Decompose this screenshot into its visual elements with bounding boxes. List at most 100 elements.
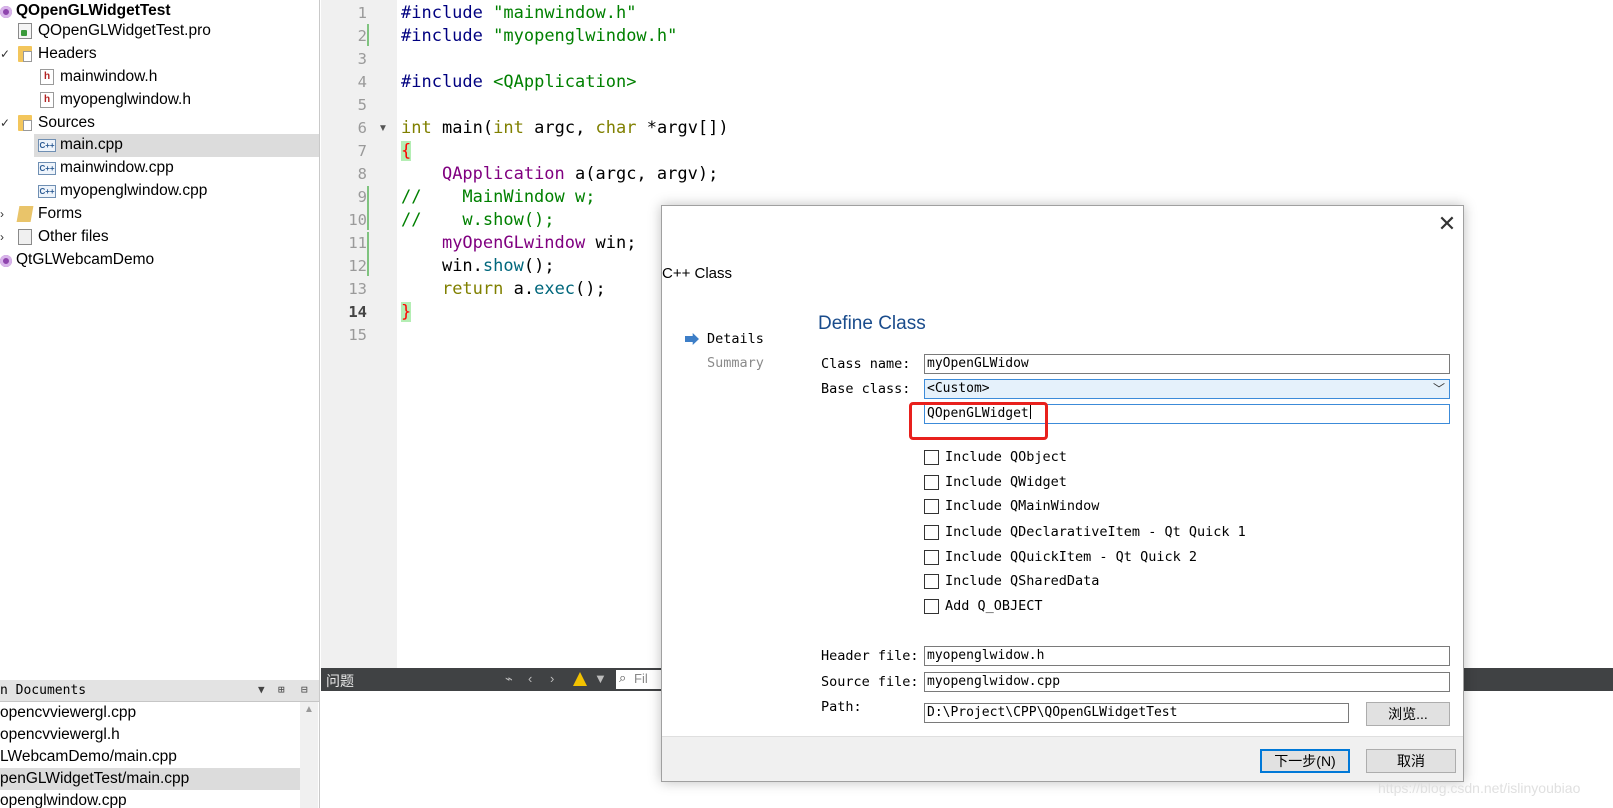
checkbox-box[interactable] bbox=[924, 598, 939, 614]
tree-item-forms[interactable]: › Forms bbox=[0, 203, 319, 226]
include-qwidget-checkbox[interactable]: Include QWidget bbox=[924, 472, 1067, 492]
open-documents-panel: n Documents ▼ ⊞ ⊟ opencvviewergl.cpp ope… bbox=[0, 680, 320, 808]
filter-icon[interactable]: ▼ bbox=[594, 671, 607, 686]
fold-marker-icon[interactable]: ▼ bbox=[378, 123, 388, 134]
sources-label: Sources bbox=[38, 114, 95, 131]
header-file-input[interactable]: myopenglwidow.h bbox=[924, 646, 1450, 666]
watermark-text: https://blog.csdn.net/islinyoubiao bbox=[1378, 780, 1581, 796]
prev-arrow-icon[interactable]: ‹ bbox=[528, 671, 532, 686]
next-button[interactable]: 下一步(N) bbox=[1260, 749, 1350, 773]
checkbox-box[interactable] bbox=[924, 498, 939, 514]
browse-button[interactable]: 浏览... bbox=[1366, 702, 1450, 726]
checkbox-label: Include QMainWindow bbox=[945, 498, 1100, 514]
include-qquickitem-checkbox[interactable]: Include QQuickItem - Qt Quick 2 bbox=[924, 547, 1197, 567]
include-qdeclarativeitem-checkbox[interactable]: Include QDeclarativeItem - Qt Quick 1 bbox=[924, 522, 1246, 542]
include-qobject-checkbox[interactable]: Include QObject bbox=[924, 447, 1067, 467]
source-file-label: mainwindow.cpp bbox=[60, 159, 174, 176]
cpp-file-icon: C++ bbox=[38, 139, 56, 152]
code-line-6: int main(int argc, char *argv[]) bbox=[401, 118, 729, 138]
line-number: 10 bbox=[348, 211, 367, 229]
line-number: 7 bbox=[357, 142, 367, 160]
expanded-arrow-icon[interactable]: ✓ bbox=[0, 47, 10, 61]
source-file-input[interactable]: myopenglwidow.cpp bbox=[924, 672, 1450, 692]
dialog-footer: 下一步(N) 取消 bbox=[662, 736, 1463, 781]
checkbox-box[interactable] bbox=[924, 573, 939, 589]
project-icon bbox=[0, 6, 12, 18]
wizard-step-details: Details bbox=[707, 331, 764, 347]
open-documents-title: n Documents bbox=[0, 683, 87, 698]
tree-item-header-file[interactable]: h mainwindow.h bbox=[0, 66, 319, 89]
checkbox-box[interactable] bbox=[924, 449, 939, 465]
cpp-class-dialog: ✕ C++ Class Details Summary Define Class… bbox=[661, 205, 1464, 782]
line-number: 2 bbox=[357, 27, 367, 45]
folder-icon bbox=[18, 46, 32, 62]
tree-item-second-project[interactable]: QtGLWebcamDemo bbox=[0, 249, 319, 272]
collapsed-arrow-icon[interactable]: › bbox=[0, 207, 4, 221]
expanded-arrow-icon[interactable]: ✓ bbox=[0, 116, 10, 130]
change-marker bbox=[367, 186, 369, 230]
include-qmainwindow-checkbox[interactable]: Include QMainWindow bbox=[924, 496, 1099, 516]
tree-item-pro-file[interactable]: QOpenGLWidgetTest.pro bbox=[0, 20, 319, 43]
line-number: 15 bbox=[348, 326, 367, 344]
pro-file-label: QOpenGLWidgetTest.pro bbox=[38, 22, 211, 39]
code-line-7: { bbox=[401, 141, 412, 161]
open-document-item[interactable]: LWebcamDemo/main.cpp bbox=[0, 746, 300, 768]
close-panel-icon[interactable]: ⊟ bbox=[301, 683, 308, 696]
warning-icon[interactable] bbox=[573, 672, 587, 686]
split-icon[interactable]: ⊞ bbox=[278, 683, 285, 696]
clean-icon[interactable]: ⌁ bbox=[505, 671, 513, 687]
open-document-item[interactable]: opencvviewergl.cpp bbox=[0, 702, 300, 724]
checkbox-label: Add Q_OBJECT bbox=[945, 598, 1043, 614]
line-number: 5 bbox=[357, 96, 367, 114]
line-number: 1 bbox=[357, 4, 367, 22]
add-q-object-checkbox[interactable]: Add Q_OBJECT bbox=[924, 596, 1043, 616]
base-class-select[interactable]: <Custom> ﹀ bbox=[924, 379, 1450, 399]
headers-label: Headers bbox=[38, 45, 97, 62]
page-title: Define Class bbox=[818, 313, 926, 334]
checkbox-label: Include QQuickItem - Qt Quick 2 bbox=[945, 549, 1197, 565]
collapsed-arrow-icon[interactable]: › bbox=[0, 230, 4, 244]
next-arrow-icon[interactable]: › bbox=[550, 671, 554, 686]
line-number: 9 bbox=[357, 188, 367, 206]
cancel-button[interactable]: 取消 bbox=[1366, 749, 1456, 773]
tree-item-source-file[interactable]: C++ myopenglwindow.cpp bbox=[0, 180, 319, 203]
scroll-up-icon[interactable]: ▲ bbox=[304, 704, 314, 715]
open-document-item-selected[interactable]: penGLWidgetTest/main.cpp bbox=[0, 768, 300, 790]
checkbox-label: Include QWidget bbox=[945, 474, 1067, 490]
code-line-14: } bbox=[401, 302, 412, 322]
checkbox-label: Include QSharedData bbox=[945, 573, 1100, 589]
class-name-label: Class name: bbox=[821, 356, 911, 372]
tree-item-source-file-selected[interactable]: C++ main.cpp bbox=[34, 134, 319, 157]
second-project-name: QtGLWebcamDemo bbox=[16, 251, 155, 268]
code-line-10: // w.show(); bbox=[401, 210, 555, 230]
line-number: 4 bbox=[357, 73, 367, 91]
source-file-label: myopenglwindow.cpp bbox=[60, 182, 208, 199]
code-line-4: #include <QApplication> bbox=[401, 72, 637, 92]
base-class-label: Base class: bbox=[821, 381, 911, 397]
open-documents-scrollbar[interactable]: ▲ bbox=[300, 702, 318, 808]
tree-item-headers[interactable]: ✓ Headers bbox=[0, 43, 319, 66]
project-icon bbox=[0, 255, 12, 267]
include-qshareddata-checkbox[interactable]: Include QSharedData bbox=[924, 571, 1099, 591]
header-file-icon: h bbox=[40, 69, 54, 85]
class-name-input[interactable]: myOpenGLWidow bbox=[924, 354, 1450, 374]
tree-item-header-file[interactable]: h myopenglwindow.h bbox=[0, 89, 319, 112]
dialog-title: C++ Class bbox=[662, 265, 733, 282]
checkbox-label: Include QDeclarativeItem - Qt Quick 1 bbox=[945, 524, 1246, 540]
tree-item-source-file[interactable]: C++ mainwindow.cpp bbox=[0, 157, 319, 180]
open-document-item[interactable]: openglwindow.cpp bbox=[0, 790, 300, 808]
checkbox-box[interactable] bbox=[924, 549, 939, 565]
checkbox-box[interactable] bbox=[924, 524, 939, 540]
dropdown-arrow-icon[interactable]: ▼ bbox=[258, 683, 265, 696]
path-input[interactable]: D:\Project\CPP\QOpenGLWidgetTest bbox=[924, 703, 1349, 723]
tree-item-other-files[interactable]: › Other files bbox=[0, 226, 319, 249]
chevron-down-icon[interactable]: ﹀ bbox=[1433, 380, 1445, 398]
checkbox-box[interactable] bbox=[924, 474, 939, 490]
close-icon[interactable]: ✕ bbox=[1435, 212, 1459, 236]
cpp-file-icon: C++ bbox=[38, 185, 56, 198]
code-line-2: #include "myopenglwindow.h" bbox=[401, 26, 678, 46]
path-label: Path: bbox=[821, 699, 862, 715]
project-tree: QOpenGLWidgetTest QOpenGLWidgetTest.pro … bbox=[0, 0, 320, 680]
tree-item-sources[interactable]: ✓ Sources bbox=[0, 112, 319, 135]
open-document-item[interactable]: opencvviewergl.h bbox=[0, 724, 300, 746]
